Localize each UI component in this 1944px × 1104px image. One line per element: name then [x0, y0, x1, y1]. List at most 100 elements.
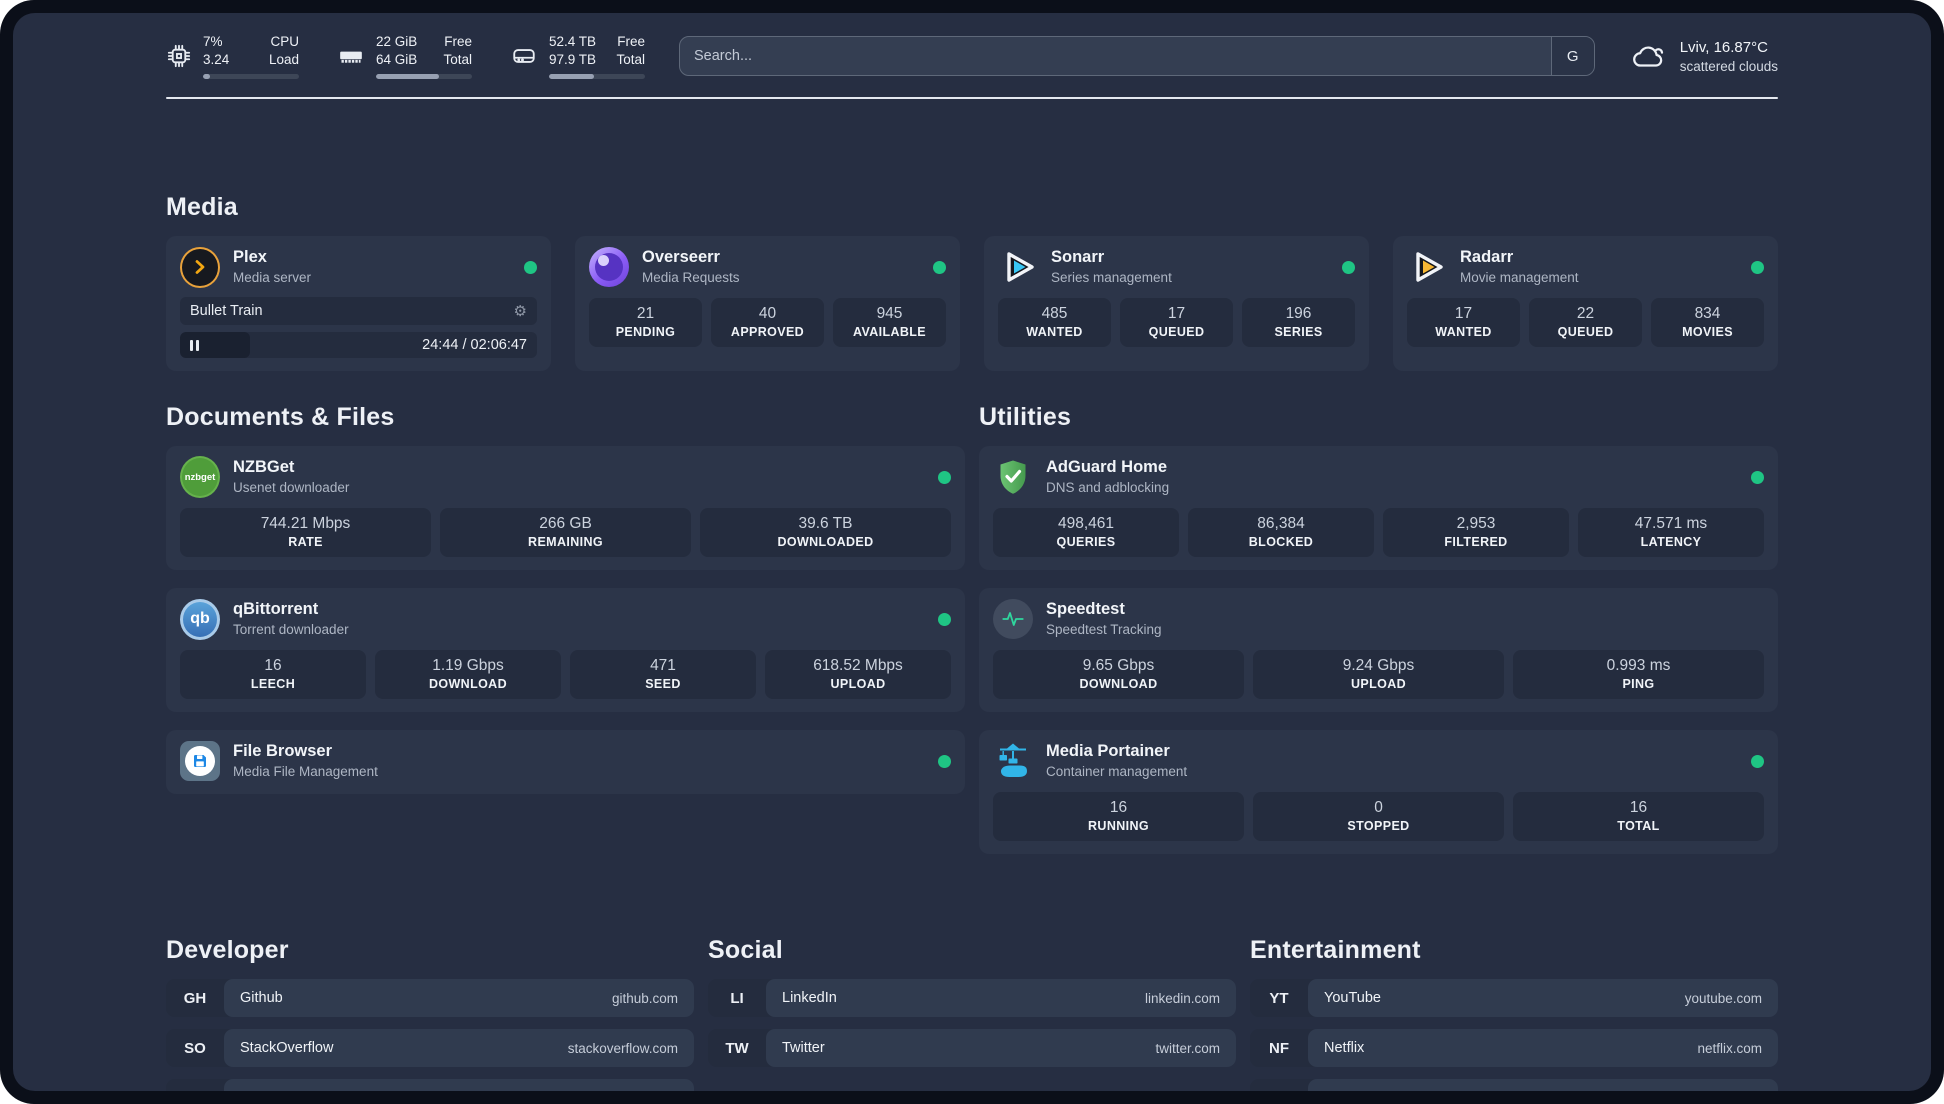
app-card-plex[interactable]: Plex Media server Bullet Train ⚙ 24:44 /… — [166, 236, 551, 371]
storage-stat: 52.4 TB 97.9 TB Free Total — [510, 33, 645, 79]
stat-upload: 9.24 Gbps UPLOAD — [1253, 650, 1504, 699]
radarr-status-dot — [1751, 260, 1764, 274]
app-card-nzbget[interactable]: nzbget NZBGet Usenet downloader 744.21 M… — [166, 446, 965, 570]
app-card-filebrowser[interactable]: File Browser Media File Management — [166, 730, 965, 794]
pause-icon[interactable] — [190, 332, 199, 358]
app-card-adguard[interactable]: AdGuard Home DNS and adblocking 498,461 … — [979, 446, 1778, 570]
speedtest-title: Speedtest — [1046, 600, 1125, 618]
plex-status-dot — [524, 260, 537, 274]
adguard-subtitle: DNS and adblocking — [1046, 480, 1170, 496]
dev-abbr: DT — [166, 1079, 224, 1092]
overseerr-title: Overseerr — [642, 248, 720, 266]
weather-location-temp: Lviv, 16.87°C — [1679, 38, 1768, 56]
ram-free: 22 GiB — [376, 34, 418, 50]
link-github[interactable]: GH Github github.com — [166, 979, 694, 1017]
developer-heading: Developer — [166, 936, 289, 964]
stat-approved: 40 APPROVED — [711, 298, 824, 347]
link-twitter[interactable]: TW Twitter twitter.com — [708, 1029, 1236, 1067]
documents-heading: Documents & Files — [166, 403, 395, 431]
memory-stat: 22 GiB 64 GiB Free Total — [337, 33, 472, 79]
app-card-speedtest[interactable]: Speedtest Speedtest Tracking 9.65 Gbps D… — [979, 588, 1778, 712]
stat-stopped: 0 STOPPED — [1253, 792, 1504, 841]
cpu-progress-track — [203, 73, 299, 79]
stat-remaining: 266 GB REMAINING — [440, 508, 691, 557]
speedtest-subtitle: Speedtest Tracking — [1046, 622, 1162, 638]
netflix-abbr: NF — [1269, 1039, 1289, 1057]
window-frame: 7% 3.24 CPU Load 22 GiB 64 GiB Free Tota… — [0, 0, 1944, 1104]
adguard-title: AdGuard Home — [1046, 458, 1168, 476]
now-playing-title: Bullet Train — [190, 303, 263, 319]
qbittorrent-icon: qb — [180, 598, 220, 640]
plex-now-playing: Bullet Train ⚙ — [180, 297, 537, 325]
section-utilities: Utilities AdGuard Home DNS and adblockin… — [979, 403, 1778, 872]
disk-progress-track — [549, 73, 645, 79]
plex-player-bar[interactable]: 24:44 / 02:06:47 — [180, 332, 537, 358]
adguard-status-dot — [1751, 470, 1764, 484]
qbittorrent-subtitle: Torrent downloader — [233, 622, 349, 638]
portainer-icon — [993, 741, 1033, 781]
search-input[interactable] — [680, 48, 1594, 64]
cpu-usage: 7% — [203, 34, 223, 50]
disk-progress-fill — [549, 73, 595, 79]
twitter-abbr: TW — [725, 1039, 749, 1057]
ram-label-2: Total — [443, 52, 472, 67]
stat-upload: 618.52 Mbps UPLOAD — [765, 650, 951, 699]
stat-rate: 744.21 Mbps RATE — [180, 508, 431, 557]
link-dev[interactable]: DT DEV dev.to — [166, 1079, 694, 1091]
cpu-progress-fill — [203, 73, 210, 79]
section-documents: Documents & Files nzbget NZBGet Usenet d… — [166, 403, 965, 872]
stat-filtered: 2,953 FILTERED — [1383, 508, 1569, 557]
dashboard-screen: 7% 3.24 CPU Load 22 GiB 64 GiB Free Tota… — [13, 13, 1931, 1091]
stat-queries: 498,461 QUERIES — [993, 508, 1179, 557]
stat-queued: 17 QUEUED — [1120, 298, 1233, 347]
app-card-sonarr[interactable]: Sonarr Series management 485 WANTED 17 Q… — [984, 236, 1369, 371]
cpu-icon — [166, 43, 192, 69]
weather-condition: scattered clouds — [1679, 58, 1778, 74]
stat-pending: 21 PENDING — [589, 298, 702, 347]
stat-running: 16 RUNNING — [993, 792, 1244, 841]
sonarr-subtitle: Series management — [1051, 270, 1172, 286]
plex-icon — [180, 246, 220, 288]
radarr-icon — [1407, 247, 1447, 287]
disk-icon — [510, 43, 538, 69]
stackoverflow-abbr: SO — [184, 1039, 206, 1057]
sonarr-title: Sonarr — [1051, 248, 1105, 266]
stat-queued: 22 QUEUED — [1529, 298, 1642, 347]
weather-widget: Lviv, 16.87°C scattered clouds — [1631, 37, 1778, 76]
radarr-title: Radarr — [1460, 248, 1514, 266]
cpu-label-1: CPU — [270, 34, 299, 50]
ram-progress-fill — [376, 73, 440, 79]
stat-download: 9.65 Gbps DOWNLOAD — [993, 650, 1244, 699]
link-stackoverflow[interactable]: SO StackOverflow stackoverflow.com — [166, 1029, 694, 1067]
link-youtube[interactable]: YT YouTube youtube.com — [1250, 979, 1778, 1017]
adguard-icon — [993, 457, 1033, 497]
stat-series: 196 SERIES — [1242, 298, 1355, 347]
linkedin-abbr: LI — [730, 989, 744, 1007]
stat-blocked: 86,384 BLOCKED — [1188, 508, 1374, 557]
youtube-abbr: YT — [1269, 989, 1289, 1007]
app-card-overseerr[interactable]: Overseerr Media Requests 21 PENDING 40 A… — [575, 236, 960, 371]
stat-latency: 47.571 ms LATENCY — [1578, 508, 1764, 557]
github-abbr: GH — [183, 989, 207, 1007]
app-card-qbittorrent[interactable]: qb qBittorrent Torrent downloader 16 LEE… — [166, 588, 965, 712]
cpu-stat: 7% 3.24 CPU Load — [166, 33, 299, 79]
app-card-radarr[interactable]: Radarr Movie management 17 WANTED 22 QUE… — [1393, 236, 1778, 371]
app-card-portainer[interactable]: Media Portainer Container management 16 … — [979, 730, 1778, 854]
utilities-heading: Utilities — [979, 403, 1072, 431]
link-netflix[interactable]: NF Netflix netflix.com — [1250, 1029, 1778, 1067]
ram-icon — [337, 43, 365, 69]
link-reddit[interactable]: RE Reddit reddit.com — [1250, 1079, 1778, 1091]
session-settings-icon[interactable]: ⚙ — [514, 304, 527, 319]
stat-available: 945 AVAILABLE — [833, 298, 946, 347]
system-stats: 7% 3.24 CPU Load 22 GiB 64 GiB Free Tota… — [166, 33, 645, 79]
portainer-subtitle: Container management — [1046, 764, 1188, 780]
stat-total: 16 TOTAL — [1513, 792, 1764, 841]
link-linkedin[interactable]: LI LinkedIn linkedin.com — [708, 979, 1236, 1017]
stat-downloaded: 39.6 TB DOWNLOADED — [700, 508, 951, 557]
sonarr-icon — [998, 247, 1038, 287]
cpu-label-2: Load — [268, 52, 299, 67]
reddit-abbr: RE — [1250, 1079, 1308, 1092]
search-engine-button[interactable]: G — [1550, 37, 1594, 75]
section-developer: Developer GH Github github.com SO StackO… — [166, 936, 694, 1091]
stat-wanted: 485 WANTED — [998, 298, 1111, 347]
